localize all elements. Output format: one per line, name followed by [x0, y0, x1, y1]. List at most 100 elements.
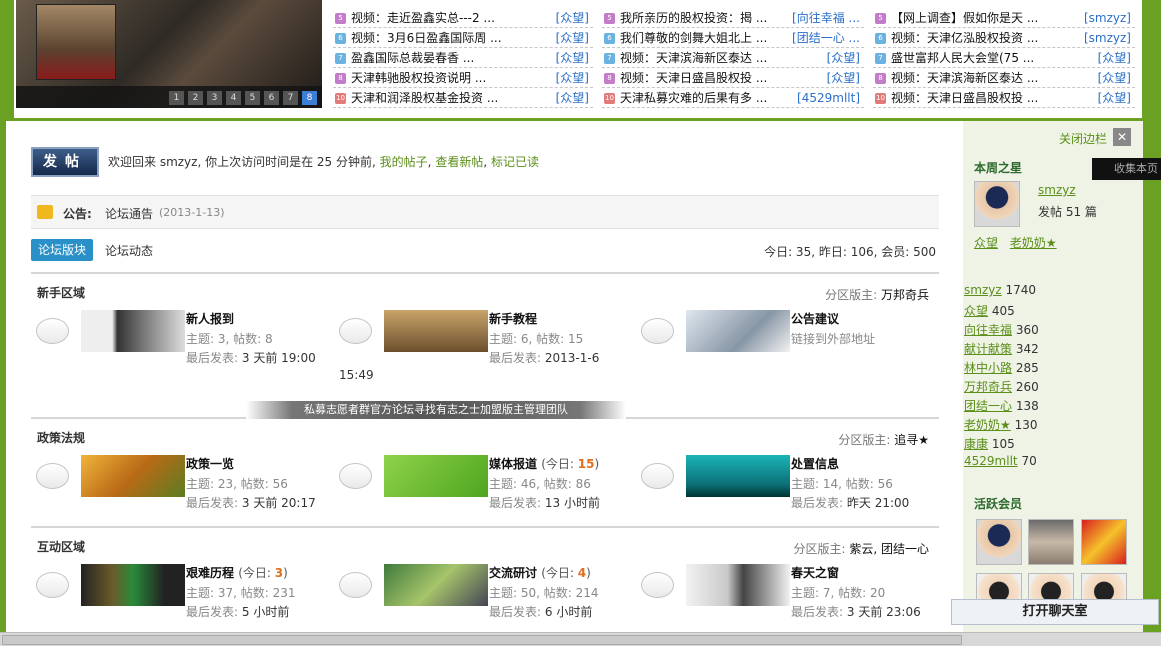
forum-name[interactable]: 新手教程	[489, 312, 537, 326]
last-post-time[interactable]: 3 天前 20:17	[242, 496, 316, 510]
news-author[interactable]: [smzyz]	[1084, 8, 1131, 27]
forum-thumbnail[interactable]	[81, 310, 185, 352]
news-item[interactable]: 7 盛世富邦人民大会堂(75 ... [众望]	[873, 48, 1135, 68]
close-icon[interactable]: ✕	[1113, 128, 1131, 146]
forum-name[interactable]: 媒体报道	[489, 457, 537, 471]
slide-page-1[interactable]: 1	[169, 91, 184, 105]
slide-page-7[interactable]: 7	[283, 91, 298, 105]
news-author[interactable]: [众望]	[827, 68, 860, 87]
news-item[interactable]: 8 视频：天津日盛昌股权投 ... [众望]	[602, 68, 864, 88]
tab-forum-activity[interactable]: 论坛动态	[105, 242, 153, 259]
ranking-user[interactable]: 老奶奶★	[964, 418, 1011, 432]
slide-page-4[interactable]: 4	[226, 91, 241, 105]
news-item[interactable]: 5 视频：走近盈鑫实总---2 ... [众望]	[333, 8, 593, 28]
news-author[interactable]: [众望]	[1098, 48, 1131, 67]
tab-forum-sections[interactable]: 论坛版块	[31, 239, 93, 261]
moderator-names[interactable]: 追寻★	[894, 433, 929, 447]
avatar[interactable]	[1081, 519, 1127, 565]
news-item[interactable]: 8 天津韩驰股权投资说明 ... [众望]	[333, 68, 593, 88]
ranking-user[interactable]: 众望	[964, 304, 988, 318]
moderator-names[interactable]: 紫云, 团结一心	[849, 542, 929, 556]
forum-thumbnail[interactable]	[384, 564, 488, 606]
slideshow[interactable]: 12345678	[16, 0, 322, 108]
section-title[interactable]: 政策法规	[37, 429, 85, 446]
news-title[interactable]: 天津韩驰股权投资说明 ...	[351, 68, 486, 87]
last-post-time[interactable]: 13 小时前	[545, 496, 600, 510]
slide-page-6[interactable]: 6	[264, 91, 279, 105]
news-item[interactable]: 6 视频：3月6日盈鑫国际周 ... [众望]	[333, 28, 593, 48]
news-author[interactable]: [众望]	[1098, 88, 1131, 107]
forum-name[interactable]: 公告建议	[791, 312, 839, 326]
news-author[interactable]: [众望]	[1098, 68, 1131, 87]
news-title[interactable]: 【网上调查】假如你是天 ...	[891, 8, 1038, 27]
news-author[interactable]: [众望]	[827, 48, 860, 67]
moderator-names[interactable]: 万邦奇兵	[881, 288, 929, 302]
news-item[interactable]: 8 视频：天津滨海新区泰达 ... [众望]	[873, 68, 1135, 88]
news-author[interactable]: [众望]	[556, 48, 589, 67]
last-post-time[interactable]: 6 小时前	[545, 605, 592, 619]
post-button[interactable]: 发帖	[31, 147, 99, 177]
news-title[interactable]: 盈鑫国际总裁晏春香 ...	[351, 48, 474, 67]
forum-name[interactable]: 春天之窗	[791, 566, 839, 580]
slide-page-2[interactable]: 2	[188, 91, 203, 105]
forum-thumbnail[interactable]	[686, 564, 790, 606]
news-item[interactable]: 5 我所亲历的股权投资：揭 ... [向往幸福 ...	[602, 8, 864, 28]
horizontal-scrollbar[interactable]	[0, 632, 1161, 646]
news-item[interactable]: 5 【网上调查】假如你是天 ... [smzyz]	[873, 8, 1135, 28]
view-new-posts-link[interactable]: 查看新帖	[435, 155, 483, 169]
news-author[interactable]: [4529mllt]	[797, 88, 860, 107]
news-author[interactable]: [众望]	[556, 68, 589, 87]
forum-name[interactable]: 艰难历程	[186, 566, 234, 580]
news-author[interactable]: [向往幸福 ...	[792, 8, 860, 27]
forum-thumbnail[interactable]	[686, 455, 790, 497]
favorite-page-button[interactable]: 收集本页	[1092, 158, 1161, 180]
ranking-user[interactable]: 4529mllt	[964, 454, 1018, 468]
news-item[interactable]: 10 视频：天津日盛昌股权投 ... [众望]	[873, 88, 1135, 108]
avatar[interactable]	[976, 519, 1022, 565]
forum-name[interactable]: 新人报到	[186, 312, 234, 326]
last-post-time[interactable]: 昨天 21:00	[847, 496, 909, 510]
section-title[interactable]: 新手区域	[37, 284, 85, 301]
news-author[interactable]: [团结一心 ...	[792, 28, 860, 47]
section-title[interactable]: 互动区域	[37, 538, 85, 555]
news-author[interactable]: [众望]	[556, 28, 589, 47]
forum-name[interactable]: 处置信息	[791, 457, 839, 471]
ranking-user[interactable]: 康康	[964, 437, 988, 451]
avatar[interactable]	[974, 181, 1020, 227]
ranking-user[interactable]: 团结一心	[964, 399, 1012, 413]
ranking-user[interactable]: smzyz	[964, 283, 1002, 297]
news-author[interactable]: [众望]	[556, 88, 589, 107]
news-title[interactable]: 视频：走近盈鑫实总---2 ...	[351, 8, 495, 27]
recruit-banner[interactable]: 私募志愿者群官方论坛寻找有志之士加盟版主管理团队	[246, 401, 626, 419]
close-sidebar-link[interactable]: 关闭边栏	[1059, 130, 1107, 147]
forum-thumbnail[interactable]	[686, 310, 790, 352]
news-title[interactable]: 视频：天津滨海新区泰达 ...	[620, 48, 767, 67]
news-item[interactable]: 10 天津私募灾难的后果有多 ... [4529mllt]	[602, 88, 864, 108]
news-title[interactable]: 视频：天津日盛昌股权投 ...	[620, 68, 767, 87]
my-posts-link[interactable]: 我的帖子	[380, 155, 428, 169]
news-item[interactable]: 10 天津和润泽股权基金投资 ... [众望]	[333, 88, 593, 108]
ranking-user[interactable]: 万邦奇兵	[964, 380, 1012, 394]
slide-page-5[interactable]: 5	[245, 91, 260, 105]
news-title[interactable]: 视频：3月6日盈鑫国际周 ...	[351, 28, 502, 47]
last-post-time[interactable]: 3 天前 19:00	[242, 351, 316, 365]
slide-page-8[interactable]: 8	[302, 91, 317, 105]
forum-thumbnail[interactable]	[384, 310, 488, 352]
news-author[interactable]: [众望]	[556, 8, 589, 27]
news-title[interactable]: 视频：天津滨海新区泰达 ...	[891, 68, 1038, 87]
news-item[interactable]: 7 盈鑫国际总裁晏春香 ... [众望]	[333, 48, 593, 68]
open-chat-button[interactable]: 打开聊天室	[951, 599, 1159, 625]
last-post-time[interactable]: 2013-1-6	[545, 351, 599, 365]
forum-name[interactable]: 政策一览	[186, 457, 234, 471]
forum-thumbnail[interactable]	[384, 455, 488, 497]
star-link-1[interactable]: 众望	[974, 236, 998, 250]
ranking-user[interactable]: 献计献策	[964, 342, 1012, 356]
news-title[interactable]: 天津和润泽股权基金投资 ...	[351, 88, 498, 107]
news-title[interactable]: 盛世富邦人民大会堂(75 ...	[891, 48, 1034, 67]
avatar[interactable]	[1028, 519, 1074, 565]
star-username[interactable]: smzyz	[1038, 183, 1076, 197]
news-item[interactable]: 6 我们尊敬的剑舞大姐北上 ... [团结一心 ...	[602, 28, 864, 48]
scrollbar-thumb[interactable]	[2, 635, 962, 645]
news-title[interactable]: 我们尊敬的剑舞大姐北上 ...	[620, 28, 767, 47]
news-item[interactable]: 6 视频：天津亿泓股权投资 ... [smzyz]	[873, 28, 1135, 48]
